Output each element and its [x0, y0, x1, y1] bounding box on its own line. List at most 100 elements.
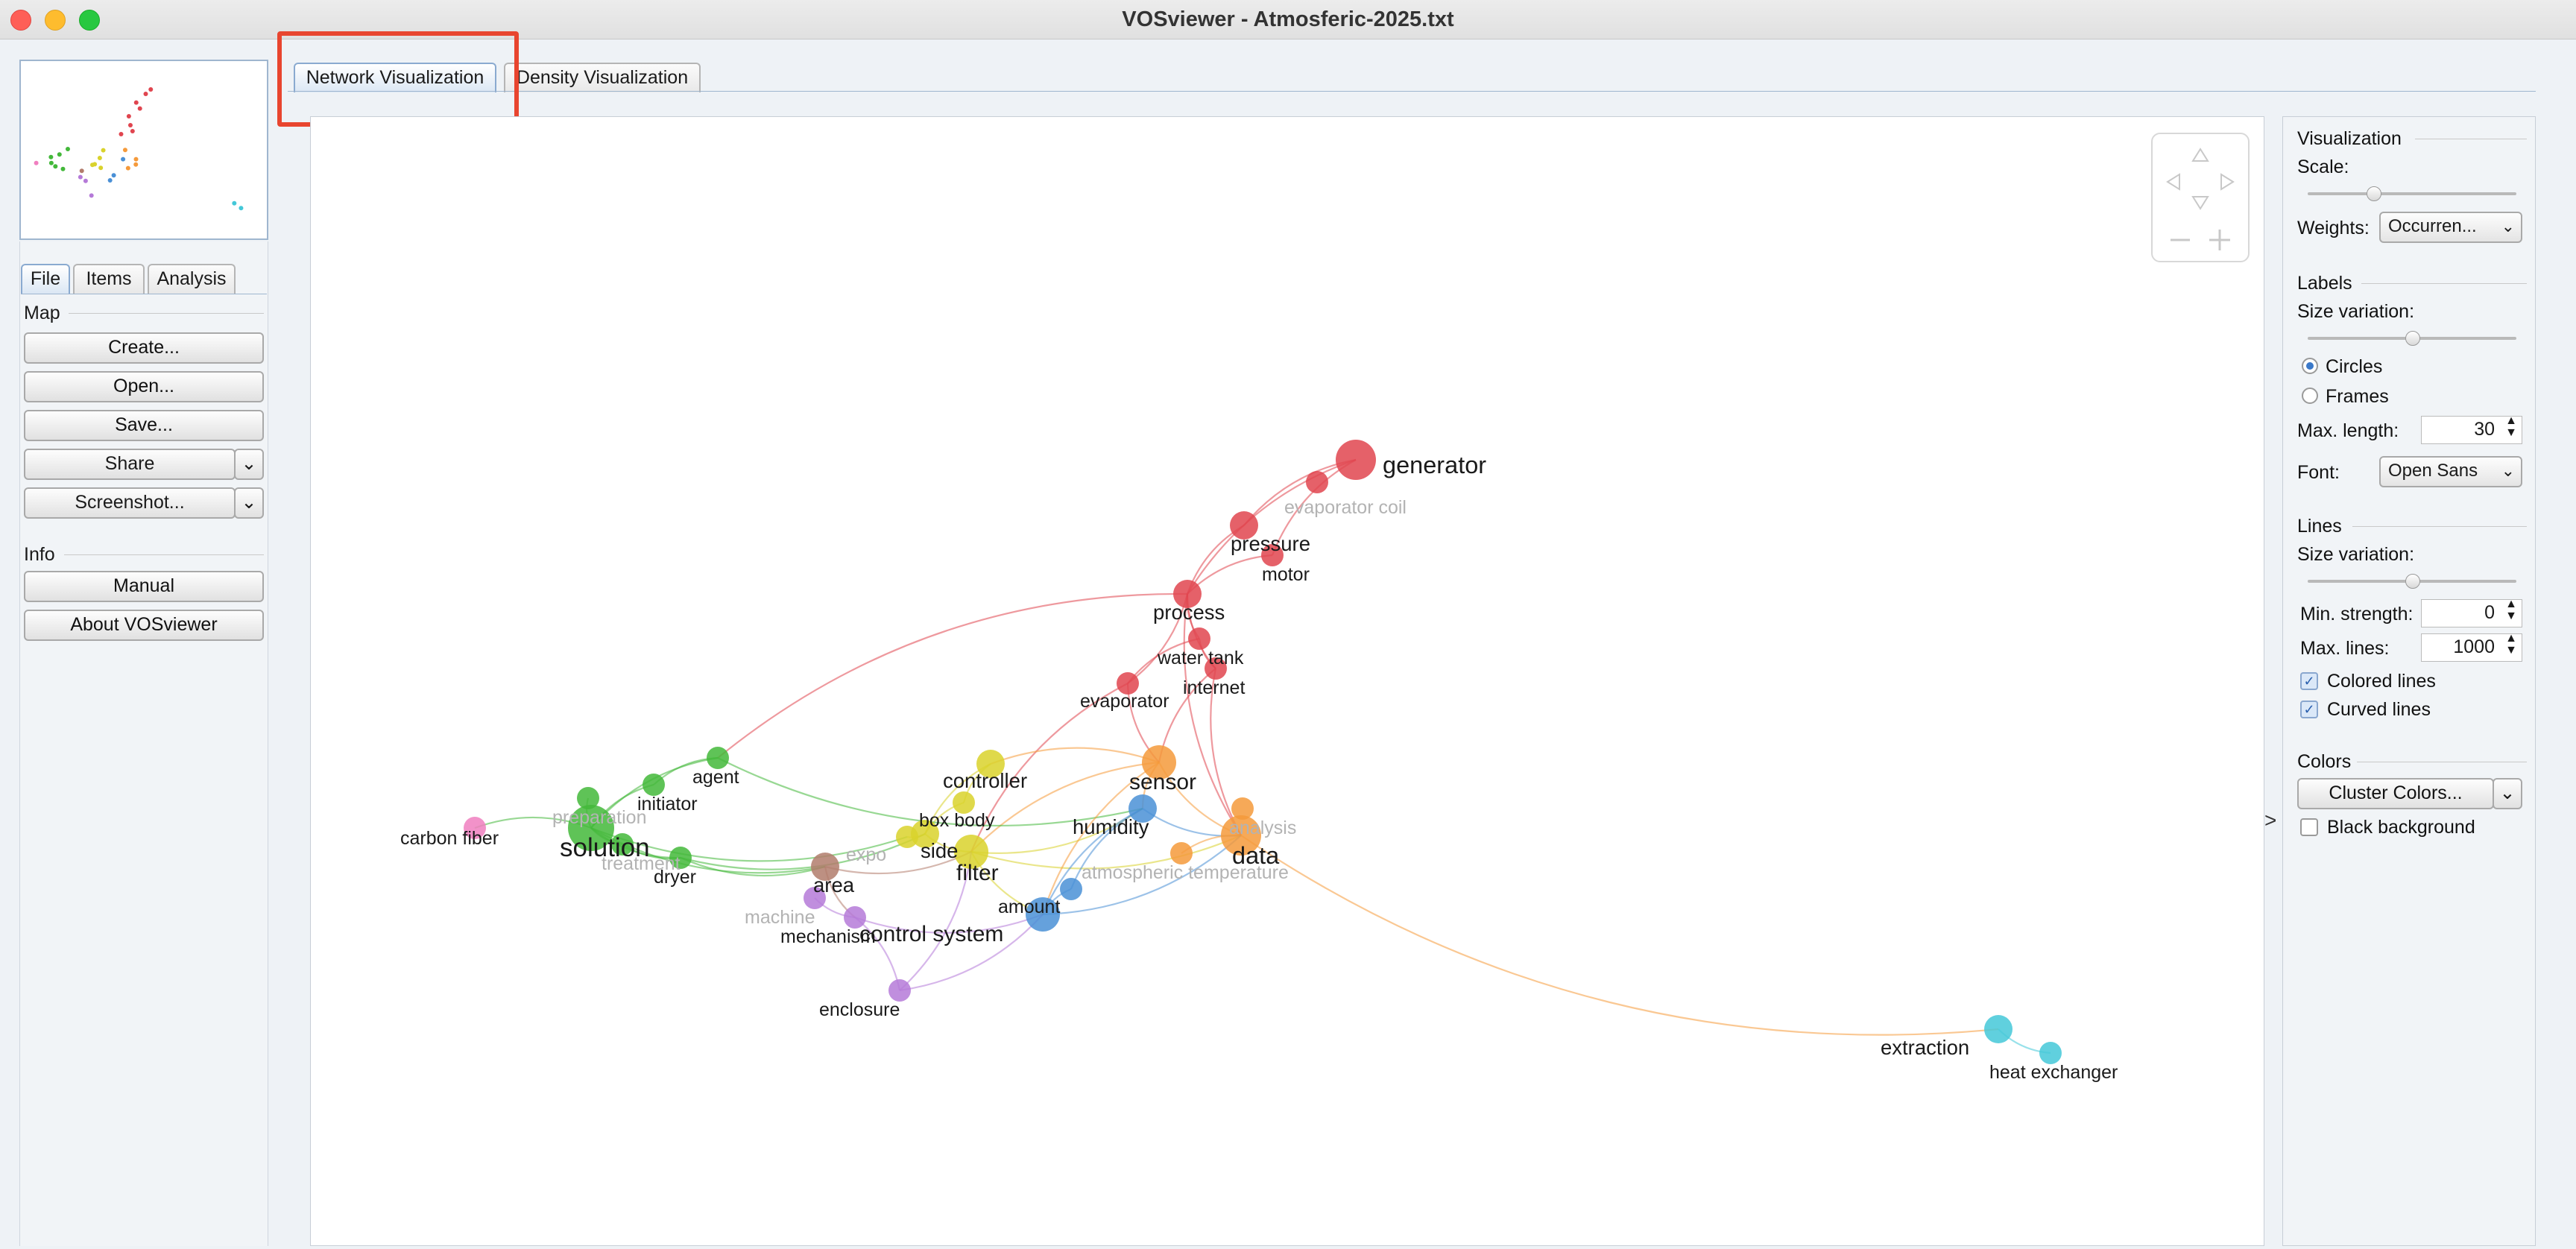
- save-button[interactable]: Save...: [24, 410, 264, 441]
- scale-slider[interactable]: [2308, 192, 2516, 195]
- overview-node-dot: [98, 165, 103, 170]
- network-node-label[interactable]: internet: [1183, 677, 1245, 698]
- screenshot-button[interactable]: Screenshot...: [24, 487, 236, 519]
- network-canvas[interactable]: generator evaporator coil pressure motor pro…: [310, 116, 2264, 1246]
- spinner-arrows-icon[interactable]: ▲▼: [2505, 415, 2517, 439]
- colored-lines-label: Colored lines: [2327, 671, 2436, 692]
- share-dropdown-button[interactable]: ⌄: [234, 449, 264, 480]
- network-node-label[interactable]: amount: [998, 897, 1060, 917]
- colored-lines-checkbox[interactable]: ✓: [2300, 672, 2318, 690]
- visualization-section-title: Visualization: [2297, 128, 2402, 150]
- overview-node-dot: [112, 173, 116, 177]
- network-node[interactable]: [707, 747, 729, 769]
- min-strength-spinner[interactable]: 0▲▼: [2421, 599, 2522, 627]
- curved-lines-checkbox[interactable]: ✓: [2300, 701, 2318, 718]
- tab-items-label: Items: [86, 268, 131, 289]
- network-node[interactable]: [1984, 1015, 2012, 1043]
- weights-select[interactable]: Occurren...⌄: [2379, 212, 2522, 243]
- black-background-checkbox[interactable]: [2300, 818, 2318, 836]
- network-node-label[interactable]: filter: [956, 861, 999, 885]
- share-button[interactable]: Share: [24, 449, 236, 480]
- network-node-label[interactable]: agent: [692, 767, 739, 788]
- network-node[interactable]: [1336, 440, 1376, 480]
- network-node-label[interactable]: area: [813, 873, 855, 897]
- labels-section-title: Labels: [2297, 273, 2352, 294]
- spinner-arrows-icon[interactable]: ▲▼: [2505, 633, 2517, 657]
- network-node-label[interactable]: evaporator coil: [1284, 497, 1407, 518]
- network-node-label[interactable]: machine: [745, 907, 815, 928]
- pan-up-icon[interactable]: [2193, 149, 2208, 161]
- lines-size-variation-slider[interactable]: [2308, 580, 2516, 583]
- max-length-spinner[interactable]: 30▲▼: [2421, 416, 2522, 444]
- network-graph[interactable]: generator evaporator coil pressure motor pro…: [311, 117, 2264, 1245]
- open-button[interactable]: Open...: [24, 371, 264, 402]
- network-link: [991, 748, 1159, 764]
- network-node-label[interactable]: box body: [919, 810, 995, 831]
- max-lines-spinner[interactable]: 1000 ▲▼: [2421, 633, 2522, 662]
- lines-size-variation-label: Size variation:: [2297, 544, 2414, 566]
- network-node[interactable]: [1188, 627, 1210, 650]
- cluster-colors-button[interactable]: Cluster Colors...: [2297, 778, 2494, 809]
- tab-analysis[interactable]: Analysis: [148, 264, 236, 294]
- network-node-label[interactable]: control system: [859, 922, 1003, 946]
- pan-down-icon[interactable]: [2193, 197, 2208, 209]
- network-node[interactable]: [643, 774, 665, 796]
- pan-right-icon[interactable]: [2221, 174, 2233, 189]
- tab-analysis-label: Analysis: [157, 268, 226, 289]
- max-lines-value: 1000: [2453, 636, 2495, 657]
- scale-slider-knob[interactable]: [2367, 186, 2381, 201]
- create-button[interactable]: Create...: [24, 332, 264, 364]
- network-node-label[interactable]: sensor: [1129, 770, 1196, 794]
- network-node[interactable]: [1060, 878, 1082, 900]
- spinner-arrows-icon[interactable]: ▲▼: [2505, 598, 2517, 622]
- overview-node-dot: [83, 179, 88, 183]
- network-node-label[interactable]: evaporator: [1080, 691, 1169, 712]
- circles-radio[interactable]: [2302, 358, 2318, 374]
- tab-items[interactable]: Items: [73, 264, 145, 294]
- labels-size-variation-slider[interactable]: [2308, 337, 2516, 340]
- overview-minimap[interactable]: [19, 60, 268, 240]
- frames-radio[interactable]: [2302, 388, 2318, 404]
- network-node-label[interactable]: carbon fiber: [400, 828, 499, 849]
- manual-button[interactable]: Manual: [24, 571, 264, 602]
- network-node-label[interactable]: heat exchanger: [1989, 1062, 2118, 1083]
- network-node-label[interactable]: enclosure: [819, 999, 900, 1020]
- overview-node-dot: [133, 162, 138, 167]
- screenshot-dropdown-button[interactable]: ⌄: [234, 487, 264, 519]
- network-node-label[interactable]: dryer: [654, 867, 696, 888]
- overview-node-dot: [66, 147, 70, 151]
- network-node-label[interactable]: humidity: [1073, 815, 1149, 838]
- overview-node-dot: [127, 114, 131, 118]
- overview-minimap-dots: [21, 61, 267, 238]
- circles-label: Circles: [2326, 356, 2382, 378]
- network-node-label[interactable]: preparation: [552, 807, 646, 828]
- network-node-label[interactable]: pressure: [1231, 532, 1310, 555]
- network-node-label[interactable]: atmospheric temperature: [1082, 862, 1289, 883]
- window-title: VOSviewer - Atmosferic-2025.txt: [0, 7, 2576, 32]
- network-node-label[interactable]: process: [1153, 601, 1225, 624]
- network-node-label[interactable]: extraction: [1881, 1036, 1969, 1059]
- network-node[interactable]: [1306, 471, 1328, 493]
- network-node-label[interactable]: motor: [1262, 564, 1310, 585]
- pan-left-icon[interactable]: [2168, 174, 2179, 189]
- network-node[interactable]: [888, 979, 911, 1002]
- network-node-label[interactable]: generator: [1383, 452, 1486, 478]
- main-tabs-underline: [288, 91, 2536, 92]
- network-node-label[interactable]: analysis: [1229, 818, 1296, 838]
- network-node-label[interactable]: side: [921, 839, 958, 862]
- network-node[interactable]: [1170, 842, 1193, 864]
- tab-file[interactable]: File: [21, 264, 70, 294]
- network-node-label[interactable]: water tank: [1157, 648, 1244, 668]
- lines-size-variation-knob[interactable]: [2405, 574, 2420, 589]
- weights-label: Weights:: [2297, 218, 2370, 239]
- collapse-panel-arrow[interactable]: >: [2264, 809, 2276, 832]
- about-vosviewer-button[interactable]: About VOSviewer: [24, 610, 264, 641]
- chevron-down-icon: ⌄: [2501, 458, 2515, 484]
- labels-size-variation-knob[interactable]: [2405, 331, 2420, 346]
- tab-density-visualization[interactable]: Density Visualization: [504, 63, 701, 92]
- network-node-label[interactable]: controller: [943, 769, 1027, 792]
- cluster-colors-dropdown-button[interactable]: ⌄: [2493, 778, 2522, 809]
- network-node[interactable]: [2039, 1042, 2062, 1064]
- network-node-label[interactable]: expo: [846, 844, 886, 865]
- font-select[interactable]: Open Sans⌄: [2379, 456, 2522, 487]
